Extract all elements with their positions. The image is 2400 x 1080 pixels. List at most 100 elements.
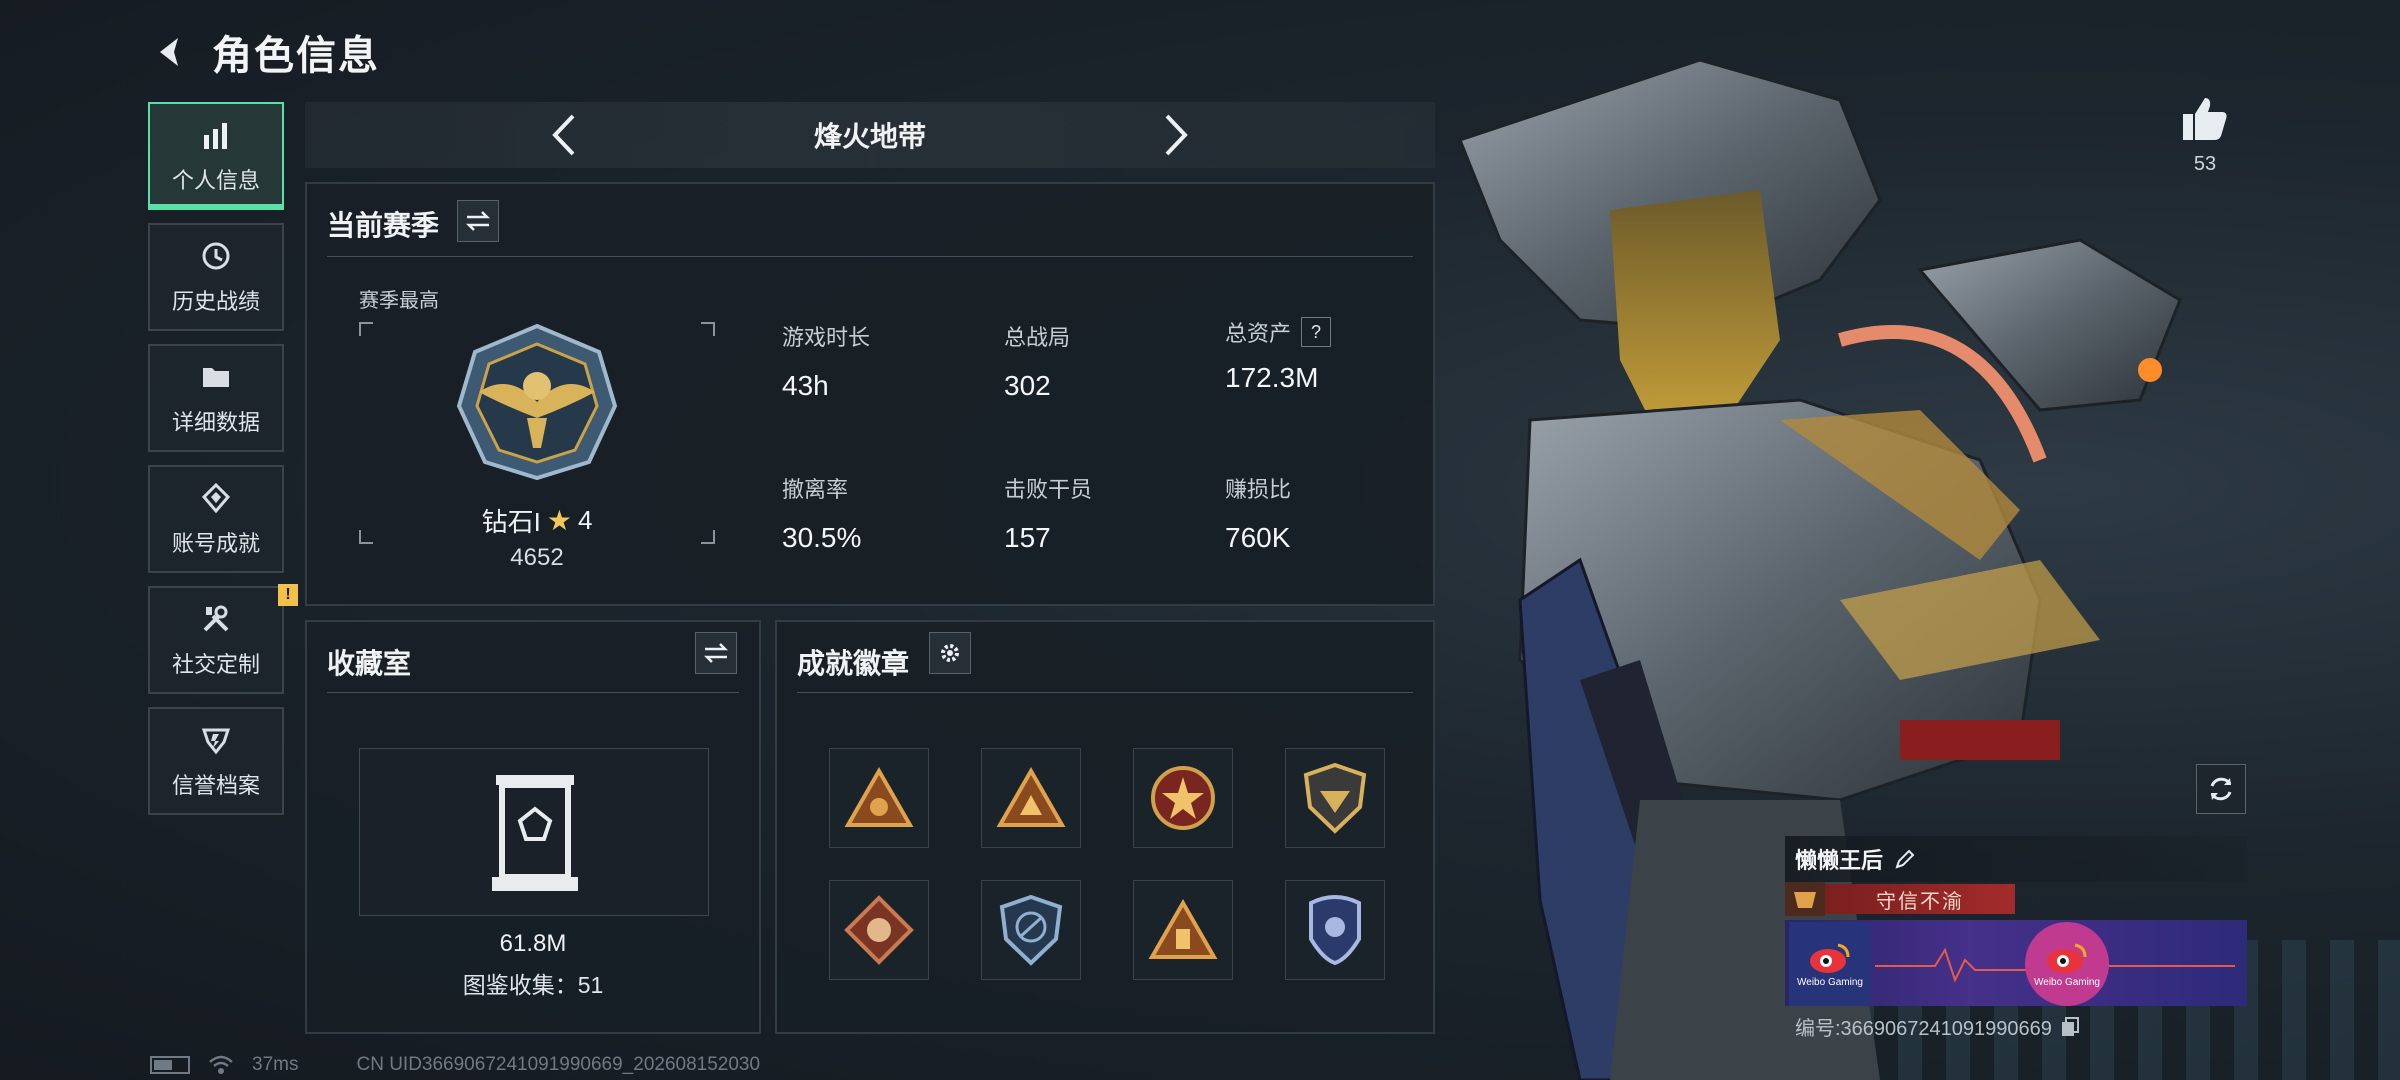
player-name-row: 懒懒王后 xyxy=(1785,836,2247,882)
badge-slot-8[interactable] xyxy=(1285,880,1385,980)
rank-stars: 4 xyxy=(577,505,593,535)
stat-label: 击败干员 xyxy=(1004,477,1093,502)
stat-value: 157 xyxy=(1004,522,1051,553)
swap-icon xyxy=(465,211,491,231)
help-icon[interactable]: ? xyxy=(1301,317,1332,347)
stat-value: 43h xyxy=(782,370,829,401)
thumbs-up-icon xyxy=(2183,98,2227,140)
sidebar-item-label: 个人信息 xyxy=(171,168,260,193)
battery-icon xyxy=(150,1056,190,1074)
badge-slot-4[interactable] xyxy=(1285,748,1385,848)
shield-gold-badge-icon xyxy=(1303,762,1367,834)
star-round-badge-icon xyxy=(1151,766,1215,830)
chevron-right-icon xyxy=(1165,114,1188,156)
mode-selector: 烽火地带 xyxy=(305,102,1435,168)
display-case-icon xyxy=(492,775,578,891)
sidebar-item-social-custom[interactable]: ! 社交定制 xyxy=(148,584,298,694)
collection-switch-button[interactable] xyxy=(695,632,737,674)
sidebar-item-label: 信誉档案 xyxy=(171,773,260,798)
page-header: 角色信息 xyxy=(150,22,380,82)
player-id: 编号:3669067241091990669 xyxy=(1795,1018,2052,1040)
rank-name: 钻石I xyxy=(481,507,541,537)
stat-value: 30.5% xyxy=(782,522,862,553)
stat-extraction-rate: 撤离率 30.5% xyxy=(782,472,982,554)
title-emblem-icon xyxy=(1785,882,1825,916)
divider xyxy=(327,256,1413,257)
gear-icon xyxy=(941,644,959,662)
page-title: 角色信息 xyxy=(212,34,380,78)
badge-slot-7[interactable] xyxy=(1133,880,1233,980)
police-badge-icon xyxy=(1309,895,1361,966)
sidebar-item-detailed-data[interactable]: 详细数据 xyxy=(148,344,284,452)
badge-slot-5[interactable] xyxy=(829,880,929,980)
triangle-crest-badge-icon xyxy=(996,767,1066,827)
like-widget[interactable]: 53 xyxy=(2170,96,2240,176)
star-icon: ★ xyxy=(546,505,572,536)
rank-display: 钻石I ★ 4 xyxy=(359,322,715,544)
badge-slot-2[interactable] xyxy=(981,748,1081,848)
sidebar-item-personal-info[interactable]: 个人信息 xyxy=(148,102,284,210)
shield-blue-badge-icon xyxy=(999,894,1063,966)
stat-label: 撤离率 xyxy=(782,477,849,502)
badge-slot-1[interactable] xyxy=(829,748,929,848)
season-switch-button[interactable] xyxy=(457,200,499,242)
season-best-label: 赛季最高 xyxy=(359,290,439,312)
stat-label-row: 总资产 ? xyxy=(1225,316,1425,348)
rotate-view-button[interactable] xyxy=(2196,764,2246,814)
sidebar-item-history[interactable]: 历史战绩 xyxy=(148,223,284,331)
reputation-icon xyxy=(198,722,234,758)
like-count: 53 xyxy=(2193,153,2217,175)
rank-points: 4652 xyxy=(510,544,564,571)
player-name: 懒懒王后 xyxy=(1795,848,1884,873)
stat-value: 172.3M xyxy=(1225,362,1319,393)
achievement-icon xyxy=(198,480,234,516)
badge-slot-3[interactable] xyxy=(1133,748,1233,848)
collection-count: 图鉴收集：51 xyxy=(462,972,604,998)
weibo-logo-icon: Weibo Gaming xyxy=(1789,922,1871,1006)
stat-label: 游戏时长 xyxy=(782,325,871,350)
alert-badge: ! xyxy=(278,584,298,606)
player-id-row: 编号:3669067241091990669 xyxy=(1795,1012,2080,1041)
refresh-icon xyxy=(2210,777,2232,801)
sidebar-item-label: 详细数据 xyxy=(171,410,260,435)
divider xyxy=(327,692,739,693)
player-title: 守信不渝 xyxy=(1825,884,2015,914)
status-bar: 37ms CN UID3669067241091990669_202608152… xyxy=(150,1054,760,1076)
collection-panel[interactable]: 收藏室 61.8M 图鉴收集：51 xyxy=(305,620,761,1034)
copy-icon[interactable] xyxy=(2060,1016,2080,1038)
current-season-panel: 当前赛季 赛季最高 钻石I ★ 4 4652 游戏时长 43h 总战局 302 xyxy=(305,182,1435,606)
rank-name-row: 钻石I ★ 4 xyxy=(359,502,715,539)
sidebar: 个人信息 历史战绩 详细数据 账号成就 ! 社交定制 信誉档案 xyxy=(148,102,298,828)
collection-value: 61.8M xyxy=(499,930,567,957)
badges-title: 成就徽章 xyxy=(797,648,910,679)
stat-total-assets: 总资产 ? 172.3M xyxy=(1225,316,1425,394)
bar-chart-icon xyxy=(198,117,234,153)
chevron-left-icon xyxy=(552,114,575,156)
player-banner[interactable]: Weibo Gaming Weibo Gaming xyxy=(1785,920,2247,1006)
tools-icon xyxy=(198,601,234,637)
player-card: 懒懒王后 守信不渝 Weibo Gaming Weibo Gaming 编号:3… xyxy=(1785,836,2247,1040)
sidebar-item-label: 社交定制 xyxy=(171,652,260,677)
sidebar-item-achievements[interactable]: 账号成就 xyxy=(148,465,284,573)
collection-preview xyxy=(359,748,709,916)
sidebar-item-reputation[interactable]: 信誉档案 xyxy=(148,707,284,815)
triangle-ammo-badge-icon xyxy=(1148,899,1218,959)
next-mode-button[interactable] xyxy=(1156,110,1196,160)
stat-play-time: 游戏时长 43h xyxy=(782,320,982,402)
folder-icon xyxy=(198,359,234,395)
frame-corner xyxy=(701,322,715,336)
previous-mode-button[interactable] xyxy=(544,110,584,160)
stat-label: 总战局 xyxy=(1004,325,1071,350)
stat-total-matches: 总战局 302 xyxy=(1004,320,1204,402)
diamond-wolf-badge-icon xyxy=(844,895,914,965)
badge-settings-button[interactable] xyxy=(929,632,971,674)
badge-slot-6[interactable] xyxy=(981,880,1081,980)
player-title-row: 守信不渝 xyxy=(1785,882,2247,916)
uid-text: CN UID3669067241091990669_202608152030 xyxy=(356,1054,761,1075)
wifi-icon xyxy=(209,1055,233,1074)
frame-corner xyxy=(359,322,373,336)
swap-icon xyxy=(703,643,729,663)
edit-pencil-icon[interactable] xyxy=(1893,847,1917,871)
history-clock-icon xyxy=(198,238,234,274)
back-icon[interactable] xyxy=(150,32,190,72)
